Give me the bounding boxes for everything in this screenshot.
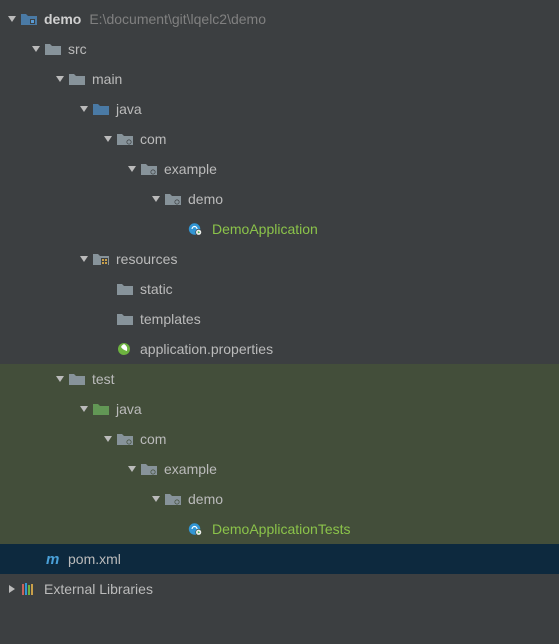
node-label: static: [140, 281, 173, 297]
chevron-down-icon[interactable]: [76, 101, 92, 117]
chevron-down-icon[interactable]: [76, 251, 92, 267]
node-label: demo: [44, 11, 81, 27]
spring-run-class-icon: [188, 220, 206, 238]
package-icon: [116, 130, 134, 148]
node-label: resources: [116, 251, 177, 267]
chevron-down-icon[interactable]: [28, 41, 44, 57]
node-label: demo: [188, 191, 223, 207]
chevron-down-icon[interactable]: [76, 401, 92, 417]
tree-row-main-example[interactable]: example: [0, 154, 559, 184]
svg-text:m: m: [46, 551, 59, 567]
tree-row-test-example[interactable]: example: [0, 454, 559, 484]
chevron-down-icon[interactable]: [52, 71, 68, 87]
tree-row-main-java[interactable]: java: [0, 94, 559, 124]
node-label: main: [92, 71, 122, 87]
folder-icon: [68, 70, 86, 88]
package-icon: [164, 490, 182, 508]
project-tree: demo E:\document\git\lqelc2\demo src mai…: [0, 0, 559, 604]
chevron-down-icon[interactable]: [52, 371, 68, 387]
node-label: demo: [188, 491, 223, 507]
tree-row-app-properties[interactable]: application.properties: [0, 334, 559, 364]
node-label: DemoApplication: [212, 221, 318, 237]
tree-row-main-demo[interactable]: demo: [0, 184, 559, 214]
chevron-down-icon[interactable]: [148, 191, 164, 207]
node-label: example: [164, 161, 217, 177]
tree-row-demo-application-tests[interactable]: DemoApplicationTests: [0, 514, 559, 544]
tree-row-test-com[interactable]: com: [0, 424, 559, 454]
node-label: test: [92, 371, 115, 387]
chevron-down-icon[interactable]: [100, 131, 116, 147]
tree-row-root[interactable]: demo E:\document\git\lqelc2\demo: [0, 4, 559, 34]
node-label: templates: [140, 311, 201, 327]
package-icon: [116, 430, 134, 448]
node-label: pom.xml: [68, 551, 121, 567]
spring-config-icon: [116, 340, 134, 358]
tree-row-main-com[interactable]: com: [0, 124, 559, 154]
folder-icon: [44, 40, 62, 58]
node-label: com: [140, 431, 166, 447]
chevron-right-icon[interactable]: [4, 581, 20, 597]
test-source-folder-icon: [92, 400, 110, 418]
folder-icon: [116, 280, 134, 298]
chevron-down-icon[interactable]: [4, 11, 20, 27]
node-label: External Libraries: [44, 581, 153, 597]
tree-row-main[interactable]: main: [0, 64, 559, 94]
package-icon: [140, 160, 158, 178]
folder-icon: [116, 310, 134, 328]
tree-row-external-libraries[interactable]: External Libraries: [0, 574, 559, 604]
maven-file-icon: m: [44, 550, 62, 568]
tree-row-test-java[interactable]: java: [0, 394, 559, 424]
tree-row-templates[interactable]: templates: [0, 304, 559, 334]
tree-row-demo-application[interactable]: DemoApplication: [0, 214, 559, 244]
module-folder-icon: [20, 10, 38, 28]
chevron-down-icon[interactable]: [124, 461, 140, 477]
tree-row-pom[interactable]: m pom.xml: [0, 544, 559, 574]
node-label: com: [140, 131, 166, 147]
tree-row-static[interactable]: static: [0, 274, 559, 304]
tree-row-test-demo[interactable]: demo: [0, 484, 559, 514]
chevron-down-icon[interactable]: [148, 491, 164, 507]
package-icon: [164, 190, 182, 208]
node-label: src: [68, 41, 87, 57]
node-label: java: [116, 101, 142, 117]
resources-folder-icon: [92, 250, 110, 268]
spring-run-class-icon: [188, 520, 206, 538]
node-path: E:\document\git\lqelc2\demo: [89, 11, 266, 27]
source-folder-icon: [92, 100, 110, 118]
node-label: example: [164, 461, 217, 477]
chevron-down-icon[interactable]: [100, 431, 116, 447]
tree-row-resources[interactable]: resources: [0, 244, 559, 274]
libraries-icon: [20, 580, 38, 598]
tree-row-test[interactable]: test: [0, 364, 559, 394]
package-icon: [140, 460, 158, 478]
folder-icon: [68, 370, 86, 388]
node-label: DemoApplicationTests: [212, 521, 351, 537]
node-label: java: [116, 401, 142, 417]
node-label: application.properties: [140, 341, 273, 357]
chevron-down-icon[interactable]: [124, 161, 140, 177]
tree-row-src[interactable]: src: [0, 34, 559, 64]
